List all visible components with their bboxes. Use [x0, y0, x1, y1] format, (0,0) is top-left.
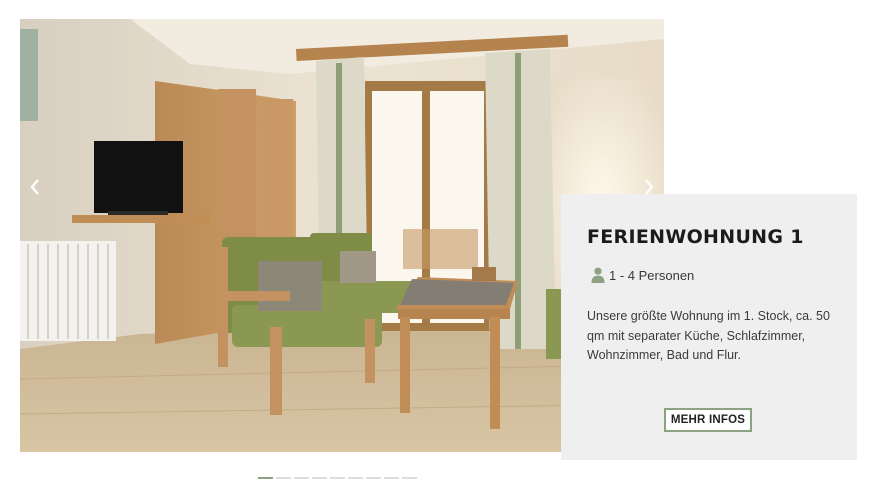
chevron-left-icon	[30, 179, 39, 195]
slider-page-8[interactable]	[384, 477, 399, 479]
apartment-description: Unsere größte Wohnung im 1. Stock, ca. 5…	[587, 309, 830, 362]
person-icon	[591, 267, 605, 283]
slider-page-3[interactable]	[294, 477, 309, 479]
slider-page-9[interactable]	[402, 477, 417, 479]
apartment-title: FERIENWOHNUNG 1	[587, 226, 804, 248]
slider-page-1[interactable]	[258, 477, 273, 479]
slider-prev-button[interactable]	[22, 169, 48, 205]
slider-page-4[interactable]	[312, 477, 327, 479]
slider-pagination	[258, 477, 417, 479]
persons-info: 1 - 4 Personen	[591, 267, 831, 283]
apartment-card: FERIENWOHNUNG 1 1 - 4 Personen Unsere gr…	[561, 194, 857, 460]
persons-label: 1 - 4 Personen	[609, 267, 695, 283]
slider-page-7[interactable]	[366, 477, 381, 479]
slider-page-5[interactable]	[330, 477, 345, 479]
more-info-button[interactable]: MEHR INFOS	[664, 408, 752, 432]
slider-page-6[interactable]	[348, 477, 363, 479]
slider-page-2[interactable]	[276, 477, 291, 479]
